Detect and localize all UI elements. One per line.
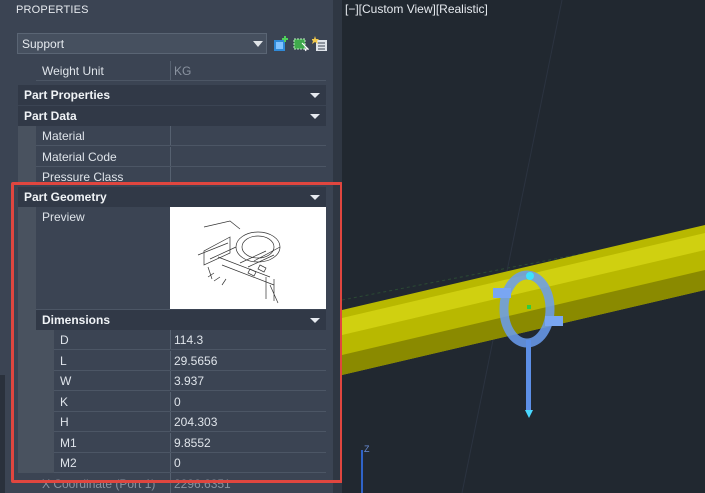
palette-edge [0,375,5,493]
chevron-down-icon [253,41,263,47]
viewport-controls-label[interactable]: [−][Custom View][Realistic] [345,2,488,16]
material-code-row[interactable]: Material Code [36,147,326,167]
weight-unit-label: Weight Unit [42,64,104,78]
toggle-pickadd-icon[interactable] [312,35,329,52]
object-type-value: Support [22,37,65,51]
ucs-z-label: Z [364,444,370,454]
palette-title: PROPERTIES [16,4,89,16]
material-row[interactable]: Material [36,126,326,146]
quick-select-icon[interactable] [273,35,290,52]
material-label: Material [42,129,85,143]
group-gutter [18,126,36,184]
weight-unit-row[interactable]: Weight Unit KG [36,61,326,81]
properties-palette: PROPERTIES Support Weight Unit KG Part P… [0,0,342,493]
material-code-label: Material Code [42,150,117,164]
part-properties-header[interactable]: Part Properties [18,85,326,105]
select-objects-icon[interactable] [292,35,309,52]
weight-unit-value: KG [174,64,192,78]
collapse-icon [310,93,320,98]
part-data-header[interactable]: Part Data [18,106,326,126]
highlight-box [11,182,342,483]
model-viewport[interactable]: [−][Custom View][Realistic] Z [342,0,705,493]
part-properties-label: Part Properties [24,88,111,102]
pipe-model[interactable] [342,225,705,375]
object-type-dropdown[interactable]: Support [17,33,267,54]
part-data-label: Part Data [24,109,77,123]
collapse-icon [310,114,320,119]
